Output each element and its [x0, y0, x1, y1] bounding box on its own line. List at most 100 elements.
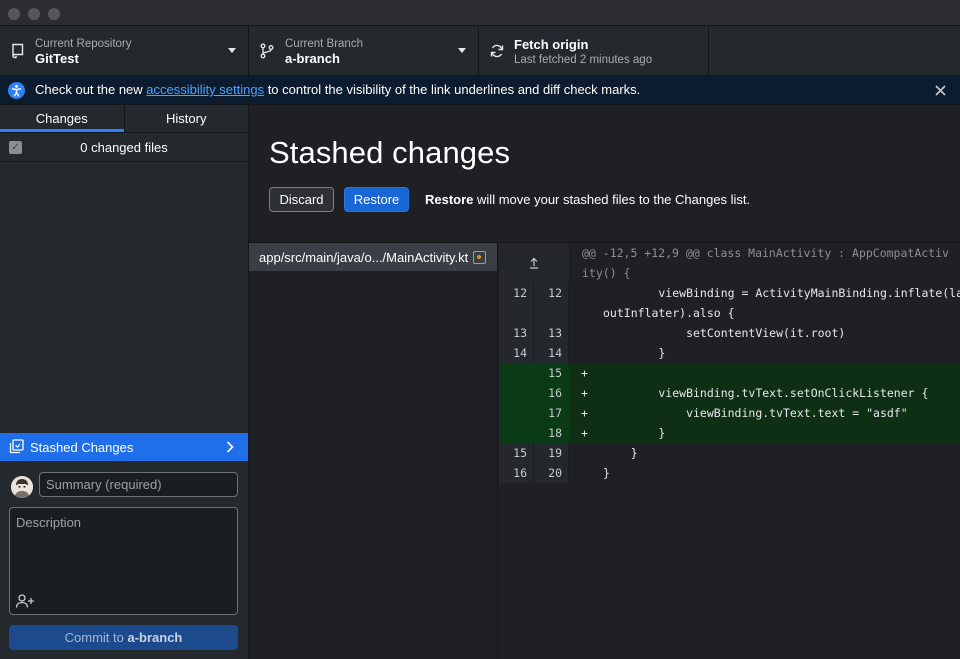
commit-button[interactable]: Commit to a-branch: [9, 625, 238, 650]
diff-line[interactable]: 17 + viewBinding.tvText.text = "asdf": [499, 403, 960, 423]
diff-line[interactable]: 14 14 }: [499, 343, 960, 363]
restore-hint-text: will move your stashed files to the Chan…: [473, 192, 751, 207]
banner-text-pre: Check out the new: [35, 82, 147, 97]
diff-line[interactable]: 18 + }: [499, 423, 960, 443]
diff-line[interactable]: 12 12 viewBinding = ActivityMainBinding.i…: [499, 283, 960, 303]
branch-icon: [260, 43, 274, 59]
restore-button[interactable]: Restore: [344, 187, 409, 212]
new-line-number: 20: [534, 463, 569, 483]
commit-form: Description Commit to a-branch: [0, 461, 248, 659]
changed-files-header: ✓ 0 changed files: [0, 133, 248, 162]
sync-icon: [490, 44, 504, 58]
new-line-number: [534, 303, 569, 323]
diff-line[interactable]: 15 +: [499, 363, 960, 383]
diff-line-text: }: [603, 446, 638, 460]
main-panel: Stashed changes Discard Restore Restore …: [249, 105, 960, 659]
accessibility-settings-link[interactable]: accessibility settings: [146, 82, 264, 97]
description-field[interactable]: Description: [9, 507, 238, 615]
hunk-header-line-2: ity() {: [582, 266, 631, 280]
diff-line-code: + viewBinding.tvText.setOnClickListener …: [569, 383, 960, 403]
diff-view: @@ -12,5 +12,9 @@ class MainActivity : A…: [499, 242, 960, 659]
banner-text-post: to control the visibility of the link un…: [264, 82, 641, 97]
commit-button-prefix: Commit to: [64, 630, 128, 645]
repository-label: Current Repository: [35, 38, 132, 50]
expand-up-icon[interactable]: [499, 243, 570, 283]
list-item[interactable]: app/src/main/java/o.../MainActivity.kt: [249, 243, 497, 271]
old-line-number: 16: [499, 463, 534, 483]
diff-line[interactable]: 15 19 }: [499, 443, 960, 463]
sidebar: Changes History ✓ 0 changed files Stashe…: [0, 105, 249, 659]
diff-line[interactable]: 16 + viewBinding.tvText.setOnClickListene…: [499, 383, 960, 403]
old-line-number: [499, 303, 534, 323]
diff-line-code: + viewBinding.tvText.text = "asdf": [569, 403, 960, 423]
description-placeholder: Description: [16, 515, 82, 530]
current-branch-dropdown[interactable]: Current Branch a-branch: [249, 26, 479, 76]
old-line-number: [499, 423, 534, 443]
diff-line-text: }: [603, 426, 666, 440]
branch-label: Current Branch: [285, 38, 363, 50]
file-modified-icon: [473, 251, 486, 264]
fetch-origin-label: Fetch origin: [514, 37, 589, 52]
diff-line-text: viewBinding.tvText.setOnClickListener {: [603, 386, 929, 400]
branch-name: a-branch: [285, 51, 340, 66]
diff-line-code: }: [569, 463, 960, 483]
minimize-window-button[interactable]: [28, 8, 40, 20]
diff-line-code: viewBinding = ActivityMainBinding.inflat…: [569, 283, 960, 303]
diff-line[interactable]: 13 13 setContentView(it.root): [499, 323, 960, 343]
diff-line[interactable]: 16 20}: [499, 463, 960, 483]
new-line-number: 15: [534, 363, 569, 383]
accessibility-banner: Check out the new accessibility settings…: [0, 76, 960, 105]
discard-button[interactable]: Discard: [269, 187, 334, 212]
hunk-header-text: @@ -12,5 +12,9 @@ class MainActivity : A…: [570, 243, 960, 283]
file-path: app/src/main/java/o.../MainActivity.kt: [259, 250, 469, 265]
close-icon[interactable]: [935, 85, 946, 96]
new-line-number: 18: [534, 423, 569, 443]
changed-files-count: 0 changed files: [80, 140, 168, 155]
fetch-origin-button[interactable]: Fetch origin Last fetched 2 minutes ago: [479, 26, 709, 76]
diff-line-code: }: [569, 443, 960, 463]
new-line-number: 14: [534, 343, 569, 363]
restore-hint-bold: Restore: [425, 192, 474, 207]
diff-sign: +: [581, 426, 588, 440]
stashed-changes-button[interactable]: Stashed Changes: [0, 433, 248, 461]
hunk-header: @@ -12,5 +12,9 @@ class MainActivity : A…: [499, 243, 960, 283]
diff-line-text: outInflater).also {: [603, 306, 735, 320]
window-titlebar: [0, 0, 960, 26]
new-line-number: 12: [534, 283, 569, 303]
stash-icon: [9, 439, 24, 454]
old-line-number: [499, 403, 534, 423]
tab-history[interactable]: History: [123, 105, 249, 132]
tab-changes[interactable]: Changes: [0, 105, 124, 132]
last-fetched-text: Last fetched 2 minutes ago: [514, 54, 653, 66]
old-line-number: [499, 383, 534, 403]
old-line-number: 14: [499, 343, 534, 363]
diff-sign: +: [581, 386, 588, 400]
new-line-number: 13: [534, 323, 569, 343]
diff-line-code: }: [569, 343, 960, 363]
hunk-header-line-1: @@ -12,5 +12,9 @@ class MainActivity : A…: [582, 246, 949, 260]
chevron-down-icon: [458, 48, 466, 53]
accessibility-icon: [8, 82, 25, 99]
chevron-right-icon: [226, 441, 234, 453]
diff-line-code: + }: [569, 423, 960, 443]
summary-input[interactable]: [39, 472, 238, 497]
diff-line-text: }: [603, 346, 666, 360]
diff-line[interactable]: outInflater).also {: [499, 303, 960, 323]
old-line-number: 12: [499, 283, 534, 303]
zoom-window-button[interactable]: [48, 8, 60, 20]
close-window-button[interactable]: [8, 8, 20, 20]
sidebar-tabs: Changes History: [0, 105, 248, 133]
new-line-number: 19: [534, 443, 569, 463]
current-repository-dropdown[interactable]: Current Repository GitTest: [0, 26, 249, 76]
new-line-number: 16: [534, 383, 569, 403]
diff-sign: +: [581, 366, 588, 380]
old-line-number: 15: [499, 443, 534, 463]
restore-hint: Restore will move your stashed files to …: [425, 192, 750, 207]
commit-button-branch: a-branch: [127, 630, 183, 645]
repository-name: GitTest: [35, 51, 79, 66]
diff-sign: +: [581, 406, 588, 420]
avatar: [11, 476, 33, 498]
repo-icon: [12, 43, 24, 59]
diff-line-text: viewBinding = ActivityMainBinding.inflat…: [603, 286, 960, 300]
add-coauthor-icon[interactable]: [15, 594, 35, 608]
